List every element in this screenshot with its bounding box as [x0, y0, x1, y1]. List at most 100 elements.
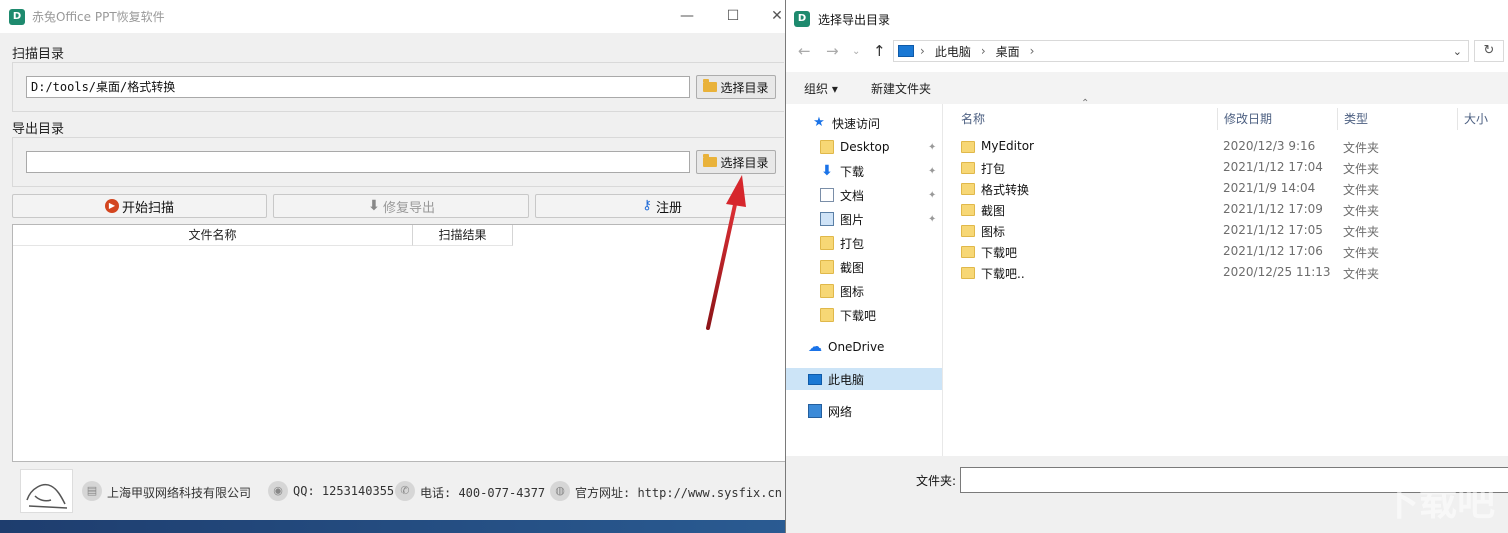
- file-row[interactable]: 格式转换 2021/1/9 14:04 文件夹: [961, 179, 1501, 200]
- file-row[interactable]: 下载吧 2021/1/12 17:06 文件夹: [961, 242, 1501, 263]
- file-name: 截图: [981, 204, 1006, 218]
- watermark: 下载吧: [1380, 480, 1495, 524]
- pin-icon[interactable]: ✦: [928, 166, 936, 177]
- nav-label: 文档: [840, 188, 865, 203]
- play-icon: ▶: [104, 199, 119, 213]
- file-row[interactable]: 打包 2021/1/12 17:04 文件夹: [961, 158, 1501, 179]
- repair-export-button[interactable]: ⬇ 修复导出: [273, 194, 529, 218]
- nav-this-pc[interactable]: 此电脑: [786, 368, 942, 390]
- network-icon: [808, 404, 822, 418]
- folder-icon: [820, 284, 834, 298]
- pin-icon[interactable]: ✦: [928, 190, 936, 201]
- file-type: 文件夹: [1343, 183, 1380, 197]
- app-title: 赤兔Office PPT恢复软件: [32, 10, 165, 24]
- file-date: 2020/12/3 9:16: [1223, 139, 1316, 153]
- cloud-icon: ☁: [808, 339, 822, 355]
- folder-icon: [703, 154, 718, 167]
- nav-documents[interactable]: 文档: [820, 184, 864, 206]
- folder-icon: [961, 183, 975, 195]
- qq-icon: ◉: [268, 481, 288, 501]
- nav-label: 快速访问: [832, 116, 881, 131]
- app-logo-icon: D: [794, 11, 810, 27]
- desktop-background: [0, 518, 790, 533]
- nav-desktop[interactable]: Desktop: [820, 136, 890, 158]
- file-type: 文件夹: [1343, 267, 1380, 281]
- select-export-dir-dialog: D 选择导出目录 ← → ⌄ ↑ › 此电脑 › 桌面 › ⌄ ↻ 组织 ▾ 新…: [785, 0, 1508, 533]
- nav-label: 图标: [840, 284, 865, 299]
- start-scan-label: 开始扫描: [121, 200, 174, 216]
- file-list[interactable]: ⌃ 名称 修改日期 类型 大小 MyEditor 2020/12/3 9:16 文件…: [943, 98, 1508, 456]
- file-name: 打包: [981, 162, 1006, 176]
- column-header-size[interactable]: 大小: [1457, 108, 1507, 130]
- file-row[interactable]: 图标 2021/1/12 17:05 文件夹: [961, 221, 1501, 242]
- repair-export-label: 修复导出: [382, 200, 435, 216]
- scan-dir-input[interactable]: D:/tools/桌面/格式转换: [26, 76, 690, 98]
- forward-arrow-icon[interactable]: →: [826, 42, 839, 60]
- refresh-button[interactable]: ↻: [1474, 40, 1504, 62]
- organize-button[interactable]: 组织 ▾: [804, 80, 838, 97]
- scan-dir-label: 扫描目录: [12, 47, 65, 62]
- file-name: 格式转换: [981, 183, 1030, 197]
- column-header-filename[interactable]: 文件名称: [13, 225, 413, 246]
- file-date: 2021/1/12 17:05: [1223, 223, 1323, 237]
- nav-pictures[interactable]: 图片: [820, 208, 864, 230]
- phone-icon: ✆: [395, 481, 415, 501]
- minimize-button[interactable]: —: [664, 0, 710, 33]
- results-table[interactable]: 文件名称 扫描结果: [12, 224, 786, 462]
- file-date: 2020/12/25 11:13: [1223, 265, 1331, 279]
- file-row[interactable]: 截图 2021/1/12 17:09 文件夹: [961, 200, 1501, 221]
- file-date: 2021/1/12 17:04: [1223, 160, 1323, 174]
- maximize-button[interactable]: ☐: [710, 0, 756, 33]
- nav-label: 网络: [828, 404, 853, 419]
- column-header-result[interactable]: 扫描结果: [413, 225, 513, 246]
- phone-number: 电话: 400-077-4377: [420, 486, 546, 500]
- dialog-titlebar: D 选择导出目录: [786, 0, 1508, 38]
- nav-label: 下载吧: [840, 308, 877, 323]
- column-header-type[interactable]: 类型: [1337, 108, 1457, 130]
- recent-locations-chevron-icon[interactable]: ⌄: [852, 46, 860, 57]
- export-dir-input[interactable]: [26, 151, 690, 173]
- nav-onedrive[interactable]: ☁ OneDrive: [808, 336, 884, 358]
- command-bar: 组织 ▾ 新建文件夹: [786, 72, 1508, 104]
- footer: ▤ 上海甲驭网络科技有限公司 ◉ QQ: 1253140355 ✆ 电话: 40…: [0, 466, 790, 518]
- start-scan-button[interactable]: ▶ 开始扫描: [12, 194, 267, 218]
- nav-network[interactable]: 网络: [808, 400, 852, 422]
- new-folder-button[interactable]: 新建文件夹: [871, 80, 931, 97]
- back-arrow-icon[interactable]: ←: [798, 42, 811, 60]
- pin-icon[interactable]: ✦: [928, 142, 936, 153]
- nav-label: 截图: [840, 260, 865, 275]
- file-row[interactable]: MyEditor 2020/12/3 9:16 文件夹: [961, 137, 1501, 158]
- column-header-date[interactable]: 修改日期: [1217, 108, 1337, 130]
- folder-icon: [820, 236, 834, 250]
- nav-tubiao[interactable]: 图标: [820, 280, 864, 302]
- select-scan-dir-label: 选择目录: [720, 80, 769, 95]
- select-scan-dir-button[interactable]: 选择目录: [696, 75, 776, 99]
- file-date: 2021/1/9 14:04: [1223, 181, 1316, 195]
- column-header-name[interactable]: 名称: [955, 108, 1217, 130]
- nav-jietu[interactable]: 截图: [820, 256, 864, 278]
- folder-icon: [961, 162, 975, 174]
- file-name: MyEditor: [981, 139, 1034, 153]
- nav-dabao[interactable]: 打包: [820, 232, 864, 254]
- globe-icon: ◍: [550, 481, 570, 501]
- breadcrumb-desktop[interactable]: 桌面: [996, 43, 1020, 60]
- nav-label: 图片: [840, 212, 865, 227]
- address-dropdown-icon[interactable]: ⌄: [1453, 45, 1462, 58]
- nav-label: OneDrive: [828, 340, 885, 354]
- key-icon: ⚷: [642, 198, 652, 213]
- file-date: 2021/1/12 17:06: [1223, 244, 1323, 258]
- up-arrow-icon[interactable]: ↑: [873, 42, 886, 60]
- address-bar[interactable]: › 此电脑 › 桌面 › ⌄: [893, 40, 1469, 62]
- breadcrumb-this-pc[interactable]: 此电脑: [935, 43, 971, 60]
- nav-quick-access[interactable]: ★ 快速访问: [812, 112, 880, 134]
- register-label: 注册: [655, 200, 682, 216]
- website-link[interactable]: 官方网址: http://www.sysfix.cn: [575, 484, 782, 501]
- file-row[interactable]: 下载吧.. 2020/12/25 11:13 文件夹: [961, 263, 1501, 284]
- nav-downloads[interactable]: ⬇ 下载: [820, 160, 864, 182]
- company-logo: [20, 469, 73, 513]
- file-type: 文件夹: [1343, 141, 1380, 155]
- nav-xiazaiba[interactable]: 下载吧: [820, 304, 876, 326]
- pin-icon[interactable]: ✦: [928, 214, 936, 225]
- download-icon: ⬇: [821, 163, 833, 179]
- folder-icon: [820, 308, 834, 322]
